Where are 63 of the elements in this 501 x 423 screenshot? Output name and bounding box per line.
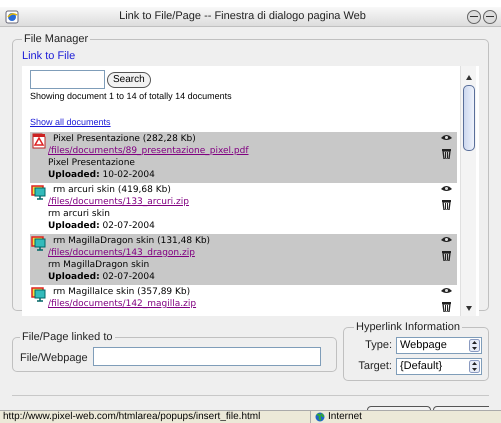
- search-button[interactable]: Search: [107, 72, 151, 88]
- upload-date: Uploaded: 10-02-2004: [47, 169, 156, 181]
- browser-icon: [4, 8, 20, 24]
- fieldset-legend: File/Page linked to: [20, 329, 114, 346]
- results-summary: Showing document 1 to 14 of totally 14 documents: [30, 90, 233, 103]
- document-description: rm MagillaDragon skin: [47, 259, 150, 271]
- document-title: rm MagillaDragon skin (131,48 Kb): [52, 235, 212, 247]
- trash-icon: [442, 250, 450, 261]
- document-title: rm MagillaIce skin (357,89 Kb): [52, 286, 192, 298]
- search-field[interactable]: [30, 70, 105, 89]
- delete-button[interactable]: [442, 199, 450, 210]
- dropdown-label: Type:: [365, 338, 392, 353]
- trash-icon: [442, 301, 450, 312]
- scrollbar[interactable]: [460, 66, 476, 316]
- computer-file-icon: [31, 184, 47, 200]
- trash-icon: [442, 199, 450, 210]
- delete-button[interactable]: [442, 148, 450, 159]
- document-description: rm arcuri skin: [47, 208, 112, 220]
- window-title: Link to File/Page -- Finestra di dialogo pagina Web: [118, 9, 367, 24]
- view-button[interactable]: [440, 286, 452, 295]
- close-button[interactable]: [483, 10, 497, 24]
- view-button[interactable]: [440, 133, 452, 142]
- spinner-arrows-icon: [469, 360, 480, 372]
- document-title: Pixel Presentazione (282,28 Kb): [52, 133, 197, 145]
- document-path-link[interactable]: /files/documents/143_dragon.zip: [32, 247, 195, 259]
- computer-file-icon: [31, 235, 47, 251]
- eye-icon: [440, 184, 452, 193]
- eye-icon: [440, 133, 452, 142]
- dropdown[interactable]: {Default}: [396, 358, 482, 374]
- document-description: Pixel Presentazione: [47, 157, 136, 169]
- link-to-file-link[interactable]: Link to File: [22, 48, 76, 64]
- eye-icon: [440, 235, 452, 244]
- cancel-button[interactable]: [367, 406, 431, 410]
- fieldset-legend: Hyperlink Information: [354, 319, 462, 336]
- ok-button[interactable]: [433, 406, 489, 410]
- delete-button[interactable]: [442, 250, 450, 261]
- dropdown-label: Target:: [358, 358, 392, 374]
- pdf-file-icon: [31, 133, 47, 149]
- spinner-arrows-icon: [469, 338, 480, 352]
- scroll-up-icon: [464, 74, 472, 81]
- trash-icon: [442, 148, 450, 159]
- scroll-thumb[interactable]: [462, 85, 474, 151]
- security-zone: Internet: [328, 411, 362, 423]
- dropdown[interactable]: Webpage: [396, 336, 482, 354]
- scroll-down-icon: [464, 305, 472, 312]
- computer-file-icon: [31, 286, 47, 302]
- minimize-button[interactable]: [467, 10, 481, 24]
- document-path-link[interactable]: /files/documents/142_magilla.zip: [32, 298, 196, 310]
- upload-date: Uploaded: 02-07-2004: [47, 271, 156, 283]
- file-webpage-field[interactable]: [92, 346, 321, 366]
- file-webpage-label: File/Webpage: [20, 351, 88, 366]
- show-all-documents-link[interactable]: Show all documents: [30, 116, 111, 129]
- view-button[interactable]: [440, 184, 452, 193]
- upload-date: Uploaded: 02-07-2004: [47, 220, 156, 232]
- globe-icon: [315, 412, 325, 422]
- document-path-link[interactable]: /files/documents/133_arcuri.zip: [32, 196, 189, 208]
- document-title: rm arcuri skin (419,68 Kb): [52, 184, 172, 196]
- status-url: http://www.pixel-web.com/htmlarea/popups/insert_file.html: [0, 411, 311, 423]
- fieldset-legend: File Manager: [22, 31, 90, 48]
- document-path-link[interactable]: /files/documents/89_presentazione_pixel.pdf: [32, 145, 248, 157]
- eye-icon: [440, 286, 452, 295]
- delete-button[interactable]: [442, 301, 450, 312]
- view-button[interactable]: [440, 235, 452, 244]
